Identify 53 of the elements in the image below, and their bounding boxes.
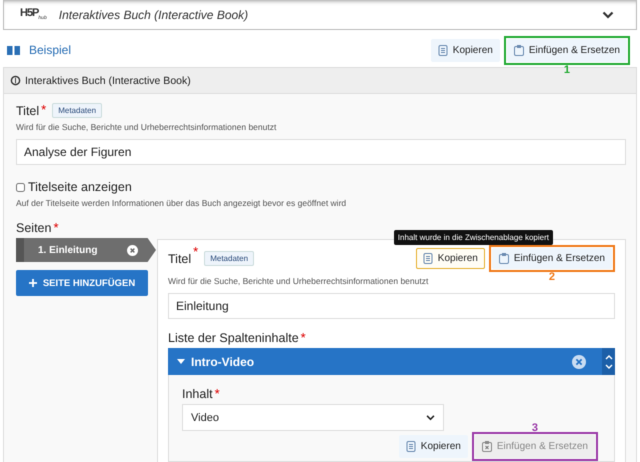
annotation-number: 2	[548, 271, 555, 283]
checkbox-label: Titelseite anzeigen	[28, 180, 132, 194]
title-input[interactable]: Analyse der Figuren	[16, 139, 626, 165]
plus-icon	[28, 279, 37, 287]
clipboard-icon	[482, 441, 492, 452]
field-label: Seiten	[16, 221, 52, 235]
title-input[interactable]: Einleitung	[168, 293, 615, 319]
copy-button[interactable]: Kopieren	[416, 248, 485, 269]
clipboard-icon	[498, 253, 509, 264]
content-type-title: Interaktives Buch (Interactive Book)	[58, 8, 250, 22]
copy-icon	[406, 441, 416, 452]
cover-checkbox[interactable]	[16, 182, 25, 192]
list-item-header[interactable]: Intro-Video	[168, 348, 615, 375]
content-select[interactable]: Video	[182, 404, 444, 431]
reorder-handle[interactable]	[602, 348, 615, 375]
caret-icon	[177, 358, 185, 364]
chevron-down-icon	[426, 414, 435, 420]
page-tab[interactable]: 1. Einleitung	[16, 238, 156, 262]
remove-icon[interactable]	[572, 354, 586, 368]
hub-header[interactable]: H5P$_{hub}$ Interaktives Buch (Interactive Book)	[3, 0, 637, 30]
clipboard-icon	[514, 44, 524, 56]
field-label: Titel	[168, 252, 192, 266]
copy-icon	[422, 253, 433, 264]
annotation-number: 3	[532, 422, 538, 434]
paste-button[interactable]: Einfügen & Ersetzen	[506, 38, 627, 62]
required-mark: *	[300, 331, 306, 344]
required-mark: *	[214, 387, 220, 400]
remove-icon[interactable]	[127, 244, 138, 256]
hub-logo: H5P$_{hub}$	[20, 7, 47, 22]
copy-icon	[438, 44, 448, 56]
paste-button[interactable]: Einfügen & Ersetzen	[492, 248, 612, 269]
field-description: Wird für die Suche, Berichte und Urheberrechtsinformationen benutzt	[16, 122, 276, 132]
metadata-tag[interactable]: Metadaten	[52, 103, 102, 118]
panel-title: Interaktives Buch (Interactive Book)	[25, 74, 191, 86]
tooltip: Inhalt wurde in die Zwischenablage kopiert	[394, 230, 553, 245]
field-description: Auf der Titelseite werden Informationen über das Buch angezeigt bevor es geöffnet wird	[16, 198, 346, 208]
chevron-down-icon[interactable]	[602, 10, 614, 18]
example-link[interactable]: Beispiel	[29, 43, 72, 57]
field-label: Titel	[16, 104, 40, 118]
required-mark: *	[41, 103, 46, 116]
content-type-icon	[10, 75, 21, 86]
field-label: Inhalt	[182, 387, 213, 401]
copy-button[interactable]: Kopieren	[398, 435, 468, 458]
book-icon	[7, 46, 20, 54]
chevron-up-icon[interactable]	[604, 354, 612, 360]
required-mark: *	[193, 245, 198, 258]
field-label: Liste der Spalteninhalte	[168, 331, 299, 345]
annotation-number: 1	[564, 64, 570, 76]
metadata-tag[interactable]: Metadaten	[204, 251, 254, 266]
copy-button[interactable]: Kopieren	[430, 38, 500, 62]
add-page-button[interactable]: SEITE HINZUFÜGEN	[16, 270, 148, 296]
field-description: Wird für die Suche, Berichte und Urheberrechtsinformationen benutzt	[168, 276, 428, 286]
required-mark: *	[53, 221, 59, 234]
